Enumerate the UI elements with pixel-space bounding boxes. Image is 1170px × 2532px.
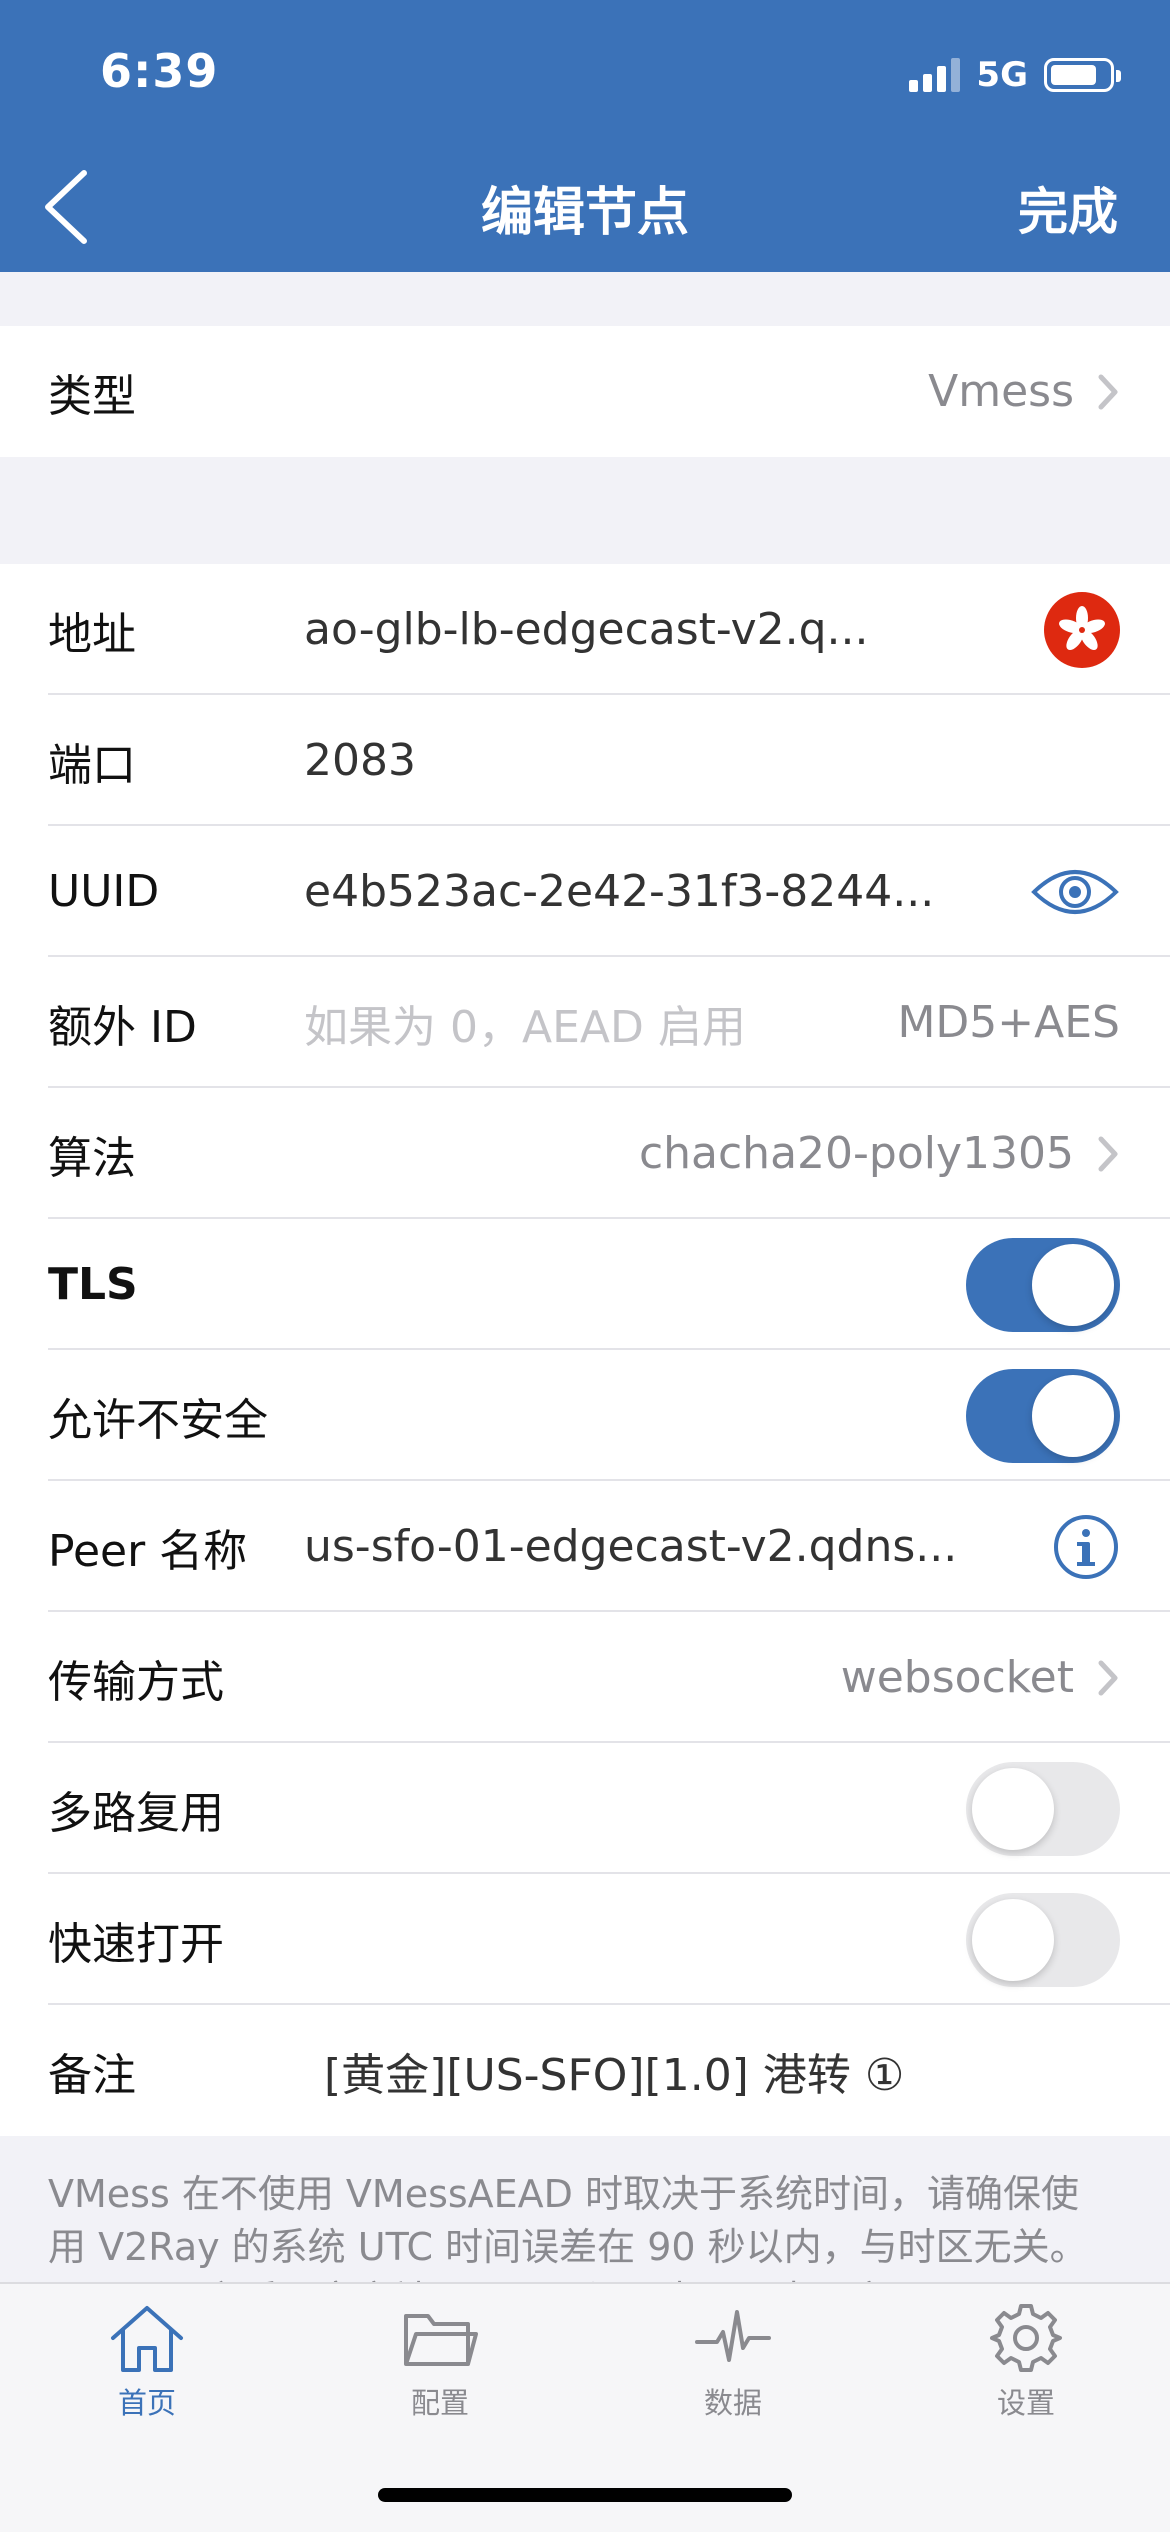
transport-value: websocket [840,1652,1074,1703]
type-label: 类型 [48,370,136,422]
port-field[interactable]: 2083 [304,735,1120,786]
remark-label: 备注 [48,2049,136,2101]
page-title: 编辑节点 [480,183,689,243]
remark-field[interactable]: [黄金][US-SFO][1.0] 港转 ① [304,2039,1120,2103]
port-row: 端口 2083 [0,695,1170,826]
mux-row: 多路复用 [0,1743,1170,1874]
fast-open-toggle[interactable] [966,1892,1120,1987]
tls-row: TLS [0,1219,1170,1350]
vmess-footnote: VMess 在不使用 VMessAEAD 时取决于系统时间，请确保使 用 V2R… [48,2168,1128,2282]
alter-id-label: 额外 ID [48,1001,197,1053]
allow-insecure-toggle[interactable] [966,1368,1120,1463]
transport-label: 传输方式 [48,1656,224,1708]
cipher-label: 算法 [48,1132,136,1184]
activity-icon [695,2310,771,2362]
remark-row: 备注 [黄金][US-SFO][1.0] 港转 ① [0,2005,1170,2136]
footnote-line: v4.28.1 之后，客户端 AlterID 设置为 0，表示启用了 [48,2274,1128,2282]
uuid-row: UUID e4b523ac-2e42-31f3-8244... [0,826,1170,957]
chevron-right-icon [1098,1660,1118,1695]
fast-open-label: 快速打开 [48,1918,224,1970]
header: 6:39 5G 编辑节点 完成 [0,0,1170,272]
allow-insecure-label: 允许不安全 [48,1394,268,1446]
done-button[interactable]: 完成 [1018,172,1118,244]
info-icon[interactable] [1052,1513,1120,1581]
gear-icon [990,2304,1062,2372]
tab-settings[interactable]: 设置 [946,2302,1106,2422]
chevron-right-icon [1098,1136,1118,1171]
footnote-line: 用 V2Ray 的系统 UTC 时间误差在 90 秒以内，与时区无关。 [48,2225,1088,2269]
tab-label: 数据 [703,2386,762,2420]
fast-open-row: 快速打开 [0,1874,1170,2005]
type-value: Vmess [928,366,1074,417]
address-label: 地址 [48,608,136,660]
home-indicator[interactable] [378,2488,792,2502]
battery-icon [1044,58,1121,92]
folder-icon [404,2314,478,2366]
tab-config[interactable]: 配置 [360,2302,520,2422]
mux-toggle[interactable] [966,1761,1120,1856]
mux-label: 多路复用 [48,1787,224,1839]
footnote-line: VMess 在不使用 VMessAEAD 时取决于系统时间，请确保使 [48,2172,1080,2216]
uuid-label: UUID [48,866,160,917]
home-icon [111,2306,183,2372]
network-type: 5G [976,55,1028,95]
tls-label: TLS [48,1259,138,1310]
hong-kong-flag-icon [1044,591,1120,668]
peer-label: Peer 名称 [48,1525,248,1577]
node-settings-group: 地址 ao-glb-lb-edgecast-v2.q... 端口 2083 UU… [0,564,1170,2136]
type-row[interactable]: 类型 Vmess [0,326,1170,457]
tab-data[interactable]: 数据 [653,2302,813,2422]
status-indicators: 5G [909,50,1121,100]
status-time: 6:39 [100,44,219,98]
address-row: 地址 ao-glb-lb-edgecast-v2.q... [0,564,1170,695]
chevron-right-icon [1098,374,1118,409]
uuid-field[interactable]: e4b523ac-2e42-31f3-8244... [304,866,1010,917]
cipher-row[interactable]: 算法 chacha20-poly1305 [0,1088,1170,1219]
port-label: 端口 [48,739,136,791]
tab-home[interactable]: 首页 [67,2302,227,2422]
alter-id-row: 额外 ID 如果为 0，AEAD 启用 MD5+AES [0,957,1170,1088]
peer-row: Peer 名称 us-sfo-01-edgecast-v2.qdns... [0,1481,1170,1612]
tab-label: 首页 [117,2386,176,2420]
tab-label: 设置 [996,2386,1055,2420]
allow-insecure-row: 允许不安全 [0,1350,1170,1481]
eye-icon[interactable] [1030,862,1120,922]
transport-row[interactable]: 传输方式 websocket [0,1612,1170,1743]
tls-toggle[interactable] [966,1237,1120,1332]
cipher-value: chacha20-poly1305 [638,1128,1074,1179]
signal-icon [909,58,961,92]
alter-id-mode: MD5+AES [897,997,1120,1048]
address-field[interactable]: ao-glb-lb-edgecast-v2.q... [304,604,1024,655]
tab-label: 配置 [410,2386,469,2420]
type-group: 类型 Vmess [0,326,1170,457]
peer-field[interactable]: us-sfo-01-edgecast-v2.qdns... [304,1521,1032,1572]
alter-id-field[interactable]: 如果为 0，AEAD 启用 [304,991,897,1055]
